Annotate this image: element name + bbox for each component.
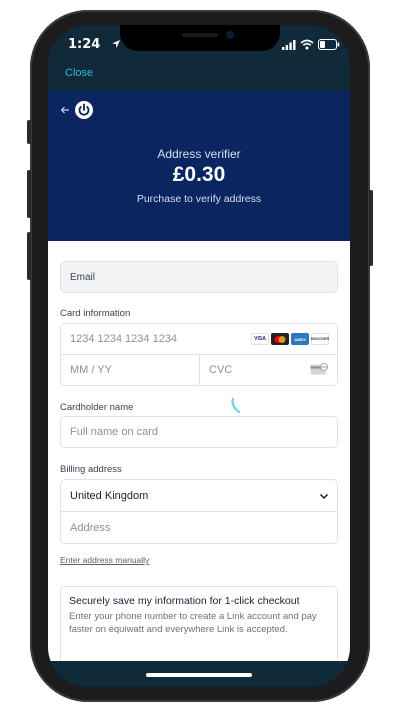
address-input[interactable]: Address <box>60 511 338 544</box>
checkout-header: Address verifier £0.30 Purchase to verif… <box>48 91 350 241</box>
visa-icon: VISA <box>251 333 269 345</box>
top-nav-bar: Close <box>48 61 350 91</box>
billing-address-label: Billing address <box>60 464 122 475</box>
location-arrow-icon <box>112 40 120 48</box>
country-select[interactable]: United Kingdom <box>60 479 338 512</box>
speaker <box>182 33 218 37</box>
status-time: 1:24 <box>68 37 101 52</box>
card-number-input[interactable]: 1234 1234 1234 1234 VISA AMEX DISCOVER <box>60 323 338 355</box>
card-info-label: Card information <box>60 308 131 319</box>
close-button[interactable]: Close <box>65 67 93 79</box>
battery-icon <box>318 39 340 50</box>
amex-icon: AMEX <box>291 333 309 345</box>
email-field[interactable]: Email <box>60 261 338 293</box>
card-number-placeholder: 1234 1234 1234 1234 <box>70 333 178 345</box>
discover-icon: DISCOVER <box>311 333 329 345</box>
cardholder-placeholder: Full name on card <box>70 426 159 438</box>
cardholder-label: Cardholder name <box>60 402 134 413</box>
mute-switch <box>27 120 31 144</box>
signal-icon <box>282 40 296 50</box>
home-indicator[interactable] <box>146 673 252 677</box>
camera <box>226 31 234 39</box>
expiry-placeholder: MM / YY <box>70 364 112 376</box>
expiry-input[interactable]: MM / YY <box>60 354 200 386</box>
app-screen: 1:24 Close Address verifier £0.30 Purcha… <box>48 25 350 687</box>
enter-address-manually-link[interactable]: Enter address manually <box>60 555 149 565</box>
cvc-input[interactable]: CVC 123 <box>199 354 338 386</box>
svg-text:123: 123 <box>321 365 327 369</box>
product-name: Address verifier <box>157 147 241 161</box>
country-value: United Kingdom <box>70 489 149 502</box>
address-placeholder: Address <box>70 521 111 534</box>
payment-form: Email Card information 1234 1234 1234 12… <box>48 241 350 676</box>
cardholder-name-input[interactable]: Full name on card <box>60 416 338 448</box>
card-brands: VISA AMEX DISCOVER <box>251 333 329 345</box>
link-save-description: Enter your phone number to create a Link… <box>69 611 317 635</box>
power-button <box>369 190 373 266</box>
purchase-description: Purchase to verify address <box>136 193 262 205</box>
loading-spinner-icon <box>231 397 241 414</box>
power-logo-icon <box>75 101 93 119</box>
back-arrow-icon[interactable] <box>60 105 70 115</box>
mastercard-icon <box>271 333 289 345</box>
link-save-title: Securely save my information for 1-click… <box>69 595 300 607</box>
notch <box>120 25 280 51</box>
wifi-icon <box>300 39 314 50</box>
volume-down-button <box>27 232 31 280</box>
email-label: Email <box>70 271 96 283</box>
price: £0.30 <box>172 163 226 186</box>
cvc-card-icon: 123 <box>310 363 328 375</box>
cvc-placeholder: CVC <box>209 364 233 376</box>
chevron-down-icon <box>319 493 329 500</box>
volume-up-button <box>27 170 31 218</box>
